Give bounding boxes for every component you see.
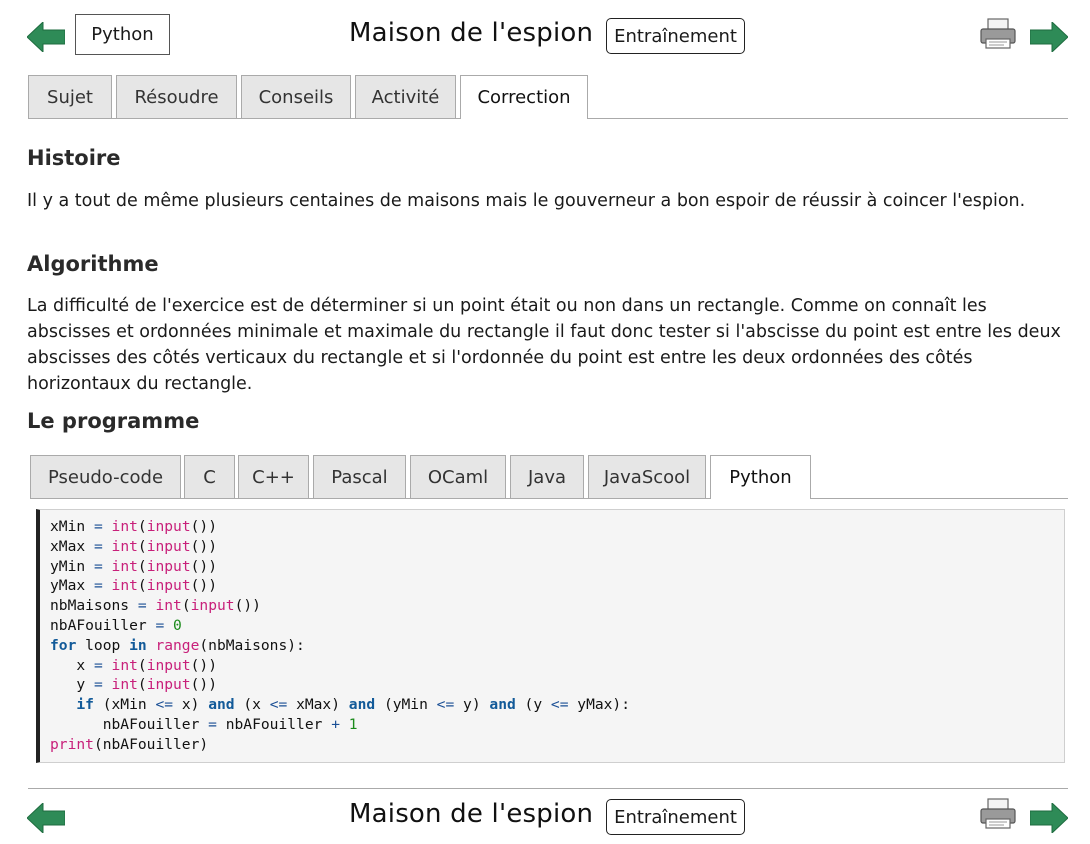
footer-printer-icon[interactable] [980, 798, 1016, 830]
previous-arrow-icon[interactable] [27, 22, 65, 52]
header: Python Maison de l'espion Entraînement [0, 0, 1090, 70]
code-line: nbMaisons = int(input()) [50, 597, 261, 615]
code-line: print(nbAFouiller) [50, 735, 209, 753]
code-line: for loop in range(nbMaisons): [50, 636, 305, 654]
training-button[interactable]: Entraînement [606, 18, 745, 54]
tab-pascal[interactable]: Pascal [313, 455, 406, 498]
code-line: y = int(input()) [50, 676, 217, 694]
code-line: xMin = int(input()) [50, 518, 217, 535]
footer-title: Maison de l'espion [349, 799, 594, 829]
tab-c[interactable]: C [184, 455, 235, 498]
programme-heading: Le programme [27, 409, 200, 433]
tab-resoudre[interactable]: Résoudre [116, 75, 237, 118]
code-line: nbAFouiller = 0 [50, 616, 182, 634]
footer-training-button[interactable]: Entraînement [606, 799, 745, 835]
tab-ocaml[interactable]: OCaml [410, 455, 506, 498]
histoire-heading: Histoire [27, 146, 121, 170]
tab-java[interactable]: Java [510, 455, 584, 498]
code-line: xMax = int(input()) [50, 537, 217, 555]
printer-icon[interactable] [980, 18, 1016, 50]
footer-previous-arrow-icon[interactable] [27, 803, 65, 833]
footer-next-arrow-icon[interactable] [1030, 803, 1068, 833]
footer-divider [28, 788, 1068, 789]
code-line: yMax = int(input()) [50, 577, 217, 595]
tab-sujet[interactable]: Sujet [28, 75, 112, 118]
algorithme-text: La difficulté de l'exercice est de déter… [27, 296, 1061, 394]
tab-python[interactable]: Python [710, 455, 811, 499]
histoire-text: Il y a tout de même plusieurs centaines … [27, 191, 1026, 211]
code-line: nbAFouiller = nbAFouiller + 1 [50, 715, 358, 733]
tab-conseils[interactable]: Conseils [241, 75, 351, 118]
code-line: yMin = int(input()) [50, 557, 217, 575]
tab-activite[interactable]: Activité [355, 75, 456, 118]
tab-pseudo-code[interactable]: Pseudo-code [30, 455, 181, 498]
page-title: Maison de l'espion [349, 18, 594, 48]
language-tabs: Pseudo-code C C++ Pascal OCaml Java Java… [30, 455, 1068, 499]
algorithme-heading: Algorithme [27, 252, 159, 276]
language-button[interactable]: Python [75, 14, 170, 55]
tab-correction[interactable]: Correction [460, 75, 588, 119]
next-arrow-icon[interactable] [1030, 22, 1068, 52]
tab-javascool[interactable]: JavaScool [588, 455, 706, 498]
code-block[interactable]: xMin = int(input()) xMax = int(input()) yM… [36, 509, 1065, 763]
page: Python Maison de l'espion Entraînement S… [0, 0, 1090, 844]
tab-cpp[interactable]: C++ [238, 455, 309, 498]
code-line: x = int(input()) [50, 656, 217, 674]
main-tabs: Sujet Résoudre Conseils Activité Correct… [28, 75, 1068, 119]
code-line: if (xMin <= x) and (x <= xMax) and (yMin… [76, 696, 631, 714]
